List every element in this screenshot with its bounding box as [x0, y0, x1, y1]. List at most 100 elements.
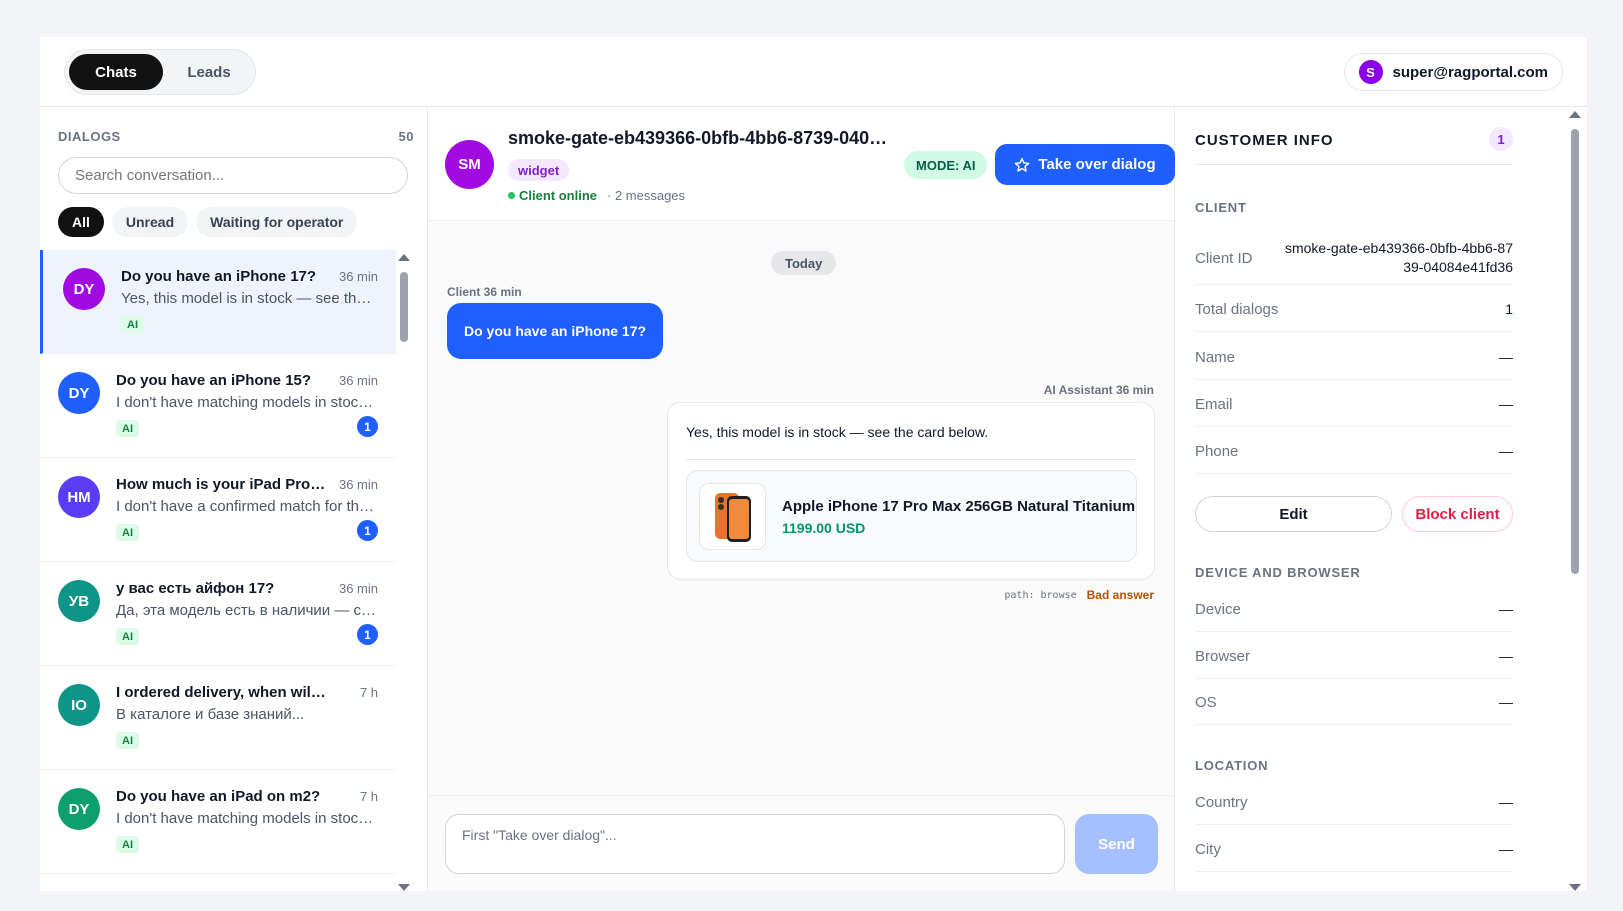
ai-tag: AI	[116, 732, 139, 749]
client-section-title: CLIENT	[1195, 200, 1247, 215]
customer-info-title: CUSTOMER INFO	[1195, 132, 1334, 149]
dialog-preview: I don't have matching models in stock ri…	[116, 810, 378, 827]
ai-tag: AI	[116, 628, 139, 645]
star-icon	[1015, 157, 1030, 172]
dialogs-title: DIALOGS	[58, 129, 121, 144]
phone-label: Phone	[1195, 442, 1239, 460]
take-over-button[interactable]: Take over dialog	[995, 144, 1175, 185]
dialog-title: I ordered delivery, when will you bring …	[116, 684, 326, 701]
location-section-title: LOCATION	[1195, 758, 1269, 773]
user-menu-button[interactable]: S super@ragportal.com	[1343, 53, 1563, 91]
dialog-list-item[interactable]: DY Do you have an iPhone 17? 36 min Yes, th…	[40, 250, 396, 354]
unread-badge: 1	[357, 416, 378, 437]
ai-tag: AI	[116, 836, 139, 853]
dialog-avatar: HM	[58, 476, 100, 518]
ai-tag: AI	[116, 524, 139, 541]
scroll-down-icon[interactable]	[1569, 884, 1581, 891]
dialog-avatar: DY	[58, 788, 100, 830]
dialog-list-item[interactable]: DY Do you have an iPad on m2? 7 h I don't h…	[40, 770, 396, 874]
dialog-list-item[interactable]: HM How much is your iPad Pro on M4? 36 min…	[40, 458, 396, 562]
channel-tag: widget	[508, 159, 570, 181]
name-value: —	[1499, 349, 1513, 365]
chat-avatar: SM	[445, 140, 494, 189]
dialog-list-item[interactable]: IO I ordered delivery, when will you brin…	[40, 666, 396, 770]
dialog-preview: Да, эта модель есть в наличии — см. карт…	[116, 602, 378, 619]
phone-value: —	[1499, 443, 1513, 459]
dialog-title: How much is your iPad Pro on M4?	[116, 476, 326, 493]
city-row: City —	[1195, 827, 1513, 872]
bad-answer-button[interactable]: Bad answer	[1087, 588, 1154, 602]
scroll-up-icon[interactable]	[398, 254, 410, 261]
filter-all[interactable]: All	[58, 207, 104, 237]
scrollbar-thumb[interactable]	[1571, 129, 1579, 574]
tab-chats[interactable]: Chats	[69, 54, 163, 90]
total-dialogs-value: 1	[1505, 301, 1513, 317]
client-id-line-2: 39-04084e41fd36	[1403, 259, 1513, 275]
user-avatar: S	[1358, 60, 1383, 84]
ai-message-meta: AI Assistant 36 min	[1043, 383, 1154, 397]
tab-leads[interactable]: Leads	[167, 54, 251, 90]
phone-row: Phone —	[1195, 429, 1513, 474]
name-label: Name	[1195, 348, 1236, 366]
product-name: Apple iPhone 17 Pro Max 256GB Natural Ti…	[782, 498, 1136, 515]
divider	[686, 459, 1136, 460]
message-input[interactable]: First "Take over dialog"...	[445, 814, 1065, 874]
dialog-title: Do you have an iPad on m2?	[116, 788, 321, 805]
ai-message-text: Yes, this model is in stock — see the ca…	[686, 424, 989, 440]
dialog-time: 7 h	[359, 789, 378, 804]
day-separator: Today	[771, 251, 837, 275]
scrollbar-thumb[interactable]	[400, 272, 408, 342]
mode-badge: MODE: AI	[904, 151, 988, 179]
customer-info-scrollbar[interactable]	[1567, 107, 1583, 891]
dialog-list-item[interactable]: УВ у вас есть айфон 17? 36 min Да, эта моде…	[40, 562, 396, 666]
filter-unread[interactable]: Unread	[111, 207, 189, 237]
online-dot-icon	[508, 192, 515, 199]
send-button[interactable]: Send	[1075, 814, 1158, 874]
unread-badge: 1	[357, 624, 378, 645]
dialog-filters: All Unread Waiting for operator	[58, 207, 358, 237]
chat-header: SM smoke-gate-eb439366-0bfb-4bb6-8739-04…	[428, 107, 1175, 221]
messages-count: · 2 messages	[607, 188, 686, 203]
search-input[interactable]	[58, 157, 408, 194]
dialog-time: 36 min	[338, 373, 378, 388]
dialog-title: у вас есть айфон 17?	[116, 580, 275, 597]
dialog-list-scrollbar[interactable]	[396, 250, 412, 891]
dialog-preview: I don't have a confirmed match for that …	[116, 498, 378, 515]
customer-info-panel: CUSTOMER INFO 1 CLIENT Client ID smoke-g…	[1175, 107, 1587, 891]
scroll-up-icon[interactable]	[1569, 111, 1581, 118]
device-section-title: DEVICE AND BROWSER	[1195, 565, 1361, 580]
dialog-title: Do you have an iPhone 15?	[116, 372, 312, 389]
dialog-avatar: DY	[58, 372, 100, 414]
client-message-meta: Client 36 min	[447, 285, 522, 299]
device-label: Device	[1195, 600, 1241, 618]
os-value: —	[1499, 694, 1513, 710]
email-label: Email	[1195, 395, 1233, 413]
edit-button[interactable]: Edit	[1195, 496, 1392, 532]
browser-value: —	[1499, 648, 1513, 664]
chat-panel: SM smoke-gate-eb439366-0bfb-4bb6-8739-04…	[428, 107, 1175, 891]
browser-label: Browser	[1195, 647, 1251, 665]
phone-icon	[714, 492, 751, 542]
online-label: Client online	[519, 188, 597, 203]
filter-waiting[interactable]: Waiting for operator	[196, 207, 358, 237]
client-id-value: smoke-gate-eb439366-0bfb-4bb6-87 39-0408…	[1285, 239, 1513, 277]
dialog-list-item[interactable]: DY Do you have an iPhone 15? 36 min I don't…	[40, 354, 396, 458]
path-label: path: browse	[1004, 589, 1077, 601]
city-value: —	[1499, 841, 1513, 857]
device-row: Device —	[1195, 587, 1513, 632]
dialog-preview: Yes, this model is in stock — see the ca…	[121, 290, 373, 307]
dialog-preview: В каталоге и базе знаний...	[116, 706, 305, 723]
composer: First "Take over dialog"... Send	[428, 795, 1174, 891]
scroll-down-icon[interactable]	[398, 884, 410, 891]
ai-message: Yes, this model is in stock — see the ca…	[667, 402, 1155, 580]
block-client-button[interactable]: Block client	[1402, 496, 1513, 532]
user-email: super@ragportal.com	[1392, 63, 1549, 81]
os-row: OS —	[1195, 680, 1513, 725]
dialog-avatar: IO	[58, 684, 100, 726]
dialog-avatar: DY	[63, 268, 105, 310]
top-bar: Chats Leads S super@ragportal.com	[40, 37, 1587, 107]
dialogs-panel: DIALOGS 50 All Unread Waiting for operat…	[40, 107, 428, 891]
client-id-label: Client ID	[1195, 249, 1253, 267]
ai-message-footer: path: browse Bad answer	[1004, 588, 1154, 602]
product-card[interactable]: Apple iPhone 17 Pro Max 256GB Natural Ti…	[686, 470, 1137, 562]
